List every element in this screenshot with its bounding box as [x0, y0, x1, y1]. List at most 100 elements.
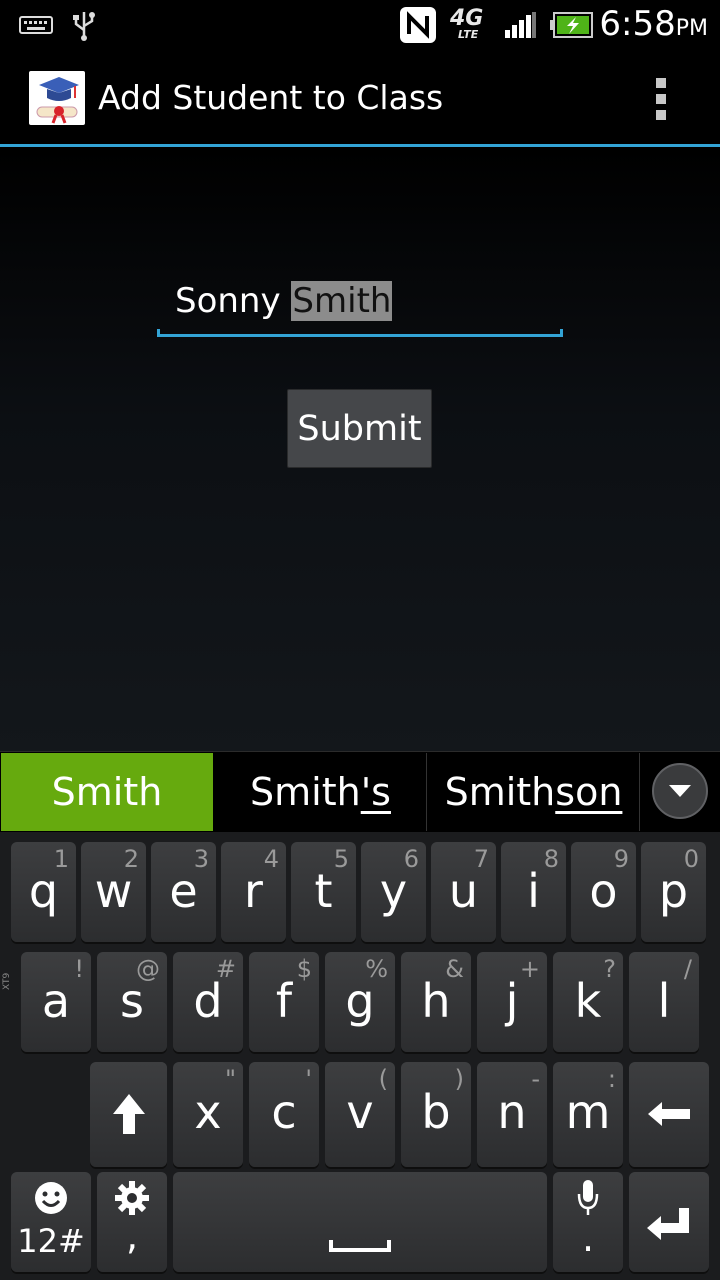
- backspace-key[interactable]: [629, 1062, 709, 1167]
- key-f[interactable]: $ f: [249, 952, 319, 1052]
- key-main-label: w: [94, 864, 133, 918]
- key-p[interactable]: 0p: [641, 842, 706, 942]
- key-j[interactable]: + j: [477, 952, 547, 1052]
- action-bar: Add Student to Class: [0, 50, 720, 147]
- usb-icon: [70, 8, 98, 42]
- key-d[interactable]: # d: [173, 952, 243, 1052]
- page-title: Add Student to Class: [98, 78, 444, 117]
- key-g[interactable]: % g: [325, 952, 395, 1052]
- submit-button[interactable]: Submit: [287, 389, 432, 468]
- shift-key[interactable]: [90, 1062, 167, 1167]
- key-k[interactable]: ? k: [553, 952, 623, 1052]
- graduation-cap-icon[interactable]: [29, 71, 85, 125]
- microphone-icon: [577, 1180, 599, 1215]
- key-main-label: e: [169, 864, 198, 918]
- key-main-label: o: [589, 864, 618, 918]
- key-main-label: s: [120, 974, 144, 1028]
- key-e[interactable]: 3e: [151, 842, 216, 942]
- key-a[interactable]: ! a: [21, 952, 91, 1052]
- comma-key-label: ,: [125, 1214, 139, 1258]
- key-main-label: k: [574, 974, 602, 1028]
- xt9-label: XT9: [2, 972, 12, 990]
- key-main-label: g: [345, 974, 375, 1028]
- shift-arrow-icon: [112, 1094, 145, 1134]
- space-bar-icon: [329, 1240, 391, 1252]
- key-c[interactable]: ' c: [249, 1062, 319, 1167]
- main-content: Sonny Smith Submit: [0, 147, 720, 751]
- key-main-label: i: [527, 864, 540, 918]
- key-main-label: f: [275, 974, 293, 1028]
- key-main-label: r: [244, 864, 263, 918]
- smiley-icon: [35, 1182, 67, 1214]
- key-main-label: l: [657, 974, 671, 1028]
- nfc-icon: [398, 7, 438, 43]
- key-s[interactable]: @ s: [97, 952, 167, 1052]
- key-main-label: m: [565, 1085, 611, 1139]
- student-name-input[interactable]: Sonny Smith: [157, 277, 563, 337]
- soft-keyboard: 1q2w3e4r5t6y7u8i9o0p ! a @ s # d $ f% g & h + j? k / l …: [0, 832, 720, 1280]
- key-main-label: b: [421, 1085, 451, 1139]
- battery-charging-icon: [548, 8, 596, 42]
- comma-key[interactable]: ,: [97, 1172, 167, 1272]
- key-b[interactable]: ) b: [401, 1062, 471, 1167]
- key-main-label: a: [41, 974, 71, 1028]
- key-main-label: n: [497, 1085, 527, 1139]
- key-main-label: u: [448, 864, 479, 918]
- suggestion-1[interactable]: Smith: [1, 753, 213, 831]
- chevron-down-icon: [669, 785, 691, 797]
- key-main-label: c: [271, 1085, 297, 1139]
- key-main-label: h: [421, 974, 451, 1028]
- input-underline: [157, 334, 563, 337]
- key-i[interactable]: 8i: [501, 842, 566, 942]
- key-u[interactable]: 7u: [431, 842, 496, 942]
- suggestion-2-base: Smith: [250, 770, 361, 814]
- key-main-label: x: [194, 1085, 222, 1139]
- suggestion-2[interactable]: Smith's: [215, 753, 427, 831]
- period-key-label: .: [581, 1216, 595, 1260]
- student-name-value[interactable]: Sonny Smith: [175, 281, 393, 321]
- space-key[interactable]: [173, 1172, 547, 1272]
- status-clock: 6:58PM: [599, 4, 708, 44]
- selected-text: Smith: [291, 281, 393, 321]
- signal-icon: [502, 8, 538, 42]
- symbols-key[interactable]: 12#: [11, 1172, 91, 1272]
- keyboard-icon: [18, 8, 54, 42]
- suggestion-2-suffix: 's: [360, 770, 391, 814]
- key-q[interactable]: 1q: [11, 842, 76, 942]
- overflow-menu-icon[interactable]: [656, 78, 668, 120]
- suggestion-3[interactable]: Smith son: [428, 753, 640, 831]
- collapse-suggestions-button[interactable]: [652, 763, 708, 819]
- key-m[interactable]: :m: [553, 1062, 623, 1167]
- suggestion-1-base: Smith: [51, 770, 163, 814]
- settings-gear-icon: [115, 1181, 149, 1215]
- suggestion-3-suffix: son: [555, 770, 623, 814]
- suggestion-bar: Smith Smith's Smith son: [0, 751, 720, 832]
- key-y[interactable]: 6y: [361, 842, 426, 942]
- status-bar: 4G LTE 6:58PM: [0, 0, 720, 50]
- key-w[interactable]: 2w: [81, 842, 146, 942]
- key-n[interactable]: -n: [477, 1062, 547, 1167]
- key-v[interactable]: (v: [325, 1062, 395, 1167]
- key-x[interactable]: " x: [173, 1062, 243, 1167]
- input-underline-left-tick: [157, 329, 160, 337]
- symbols-key-label: 12#: [17, 1222, 85, 1260]
- backspace-arrow-icon: [648, 1102, 690, 1126]
- key-main-label: j: [505, 974, 519, 1028]
- key-main-label: t: [314, 864, 333, 918]
- key-main-label: q: [28, 864, 59, 918]
- name-text: Sonny: [175, 281, 292, 321]
- input-underline-right-tick: [560, 329, 563, 337]
- key-main-label: y: [379, 864, 408, 918]
- enter-key[interactable]: [629, 1172, 709, 1272]
- enter-arrow-icon: [647, 1208, 689, 1240]
- network-type: 4G LTE: [450, 6, 484, 41]
- key-l[interactable]: / l: [629, 952, 699, 1052]
- period-key[interactable]: .: [553, 1172, 623, 1272]
- key-o[interactable]: 9o: [571, 842, 636, 942]
- key-h[interactable]: & h: [401, 952, 471, 1052]
- key-main-label: d: [193, 974, 223, 1028]
- key-r[interactable]: 4r: [221, 842, 286, 942]
- key-t[interactable]: 5t: [291, 842, 356, 942]
- key-main-label: p: [658, 864, 689, 918]
- key-main-label: v: [346, 1085, 374, 1139]
